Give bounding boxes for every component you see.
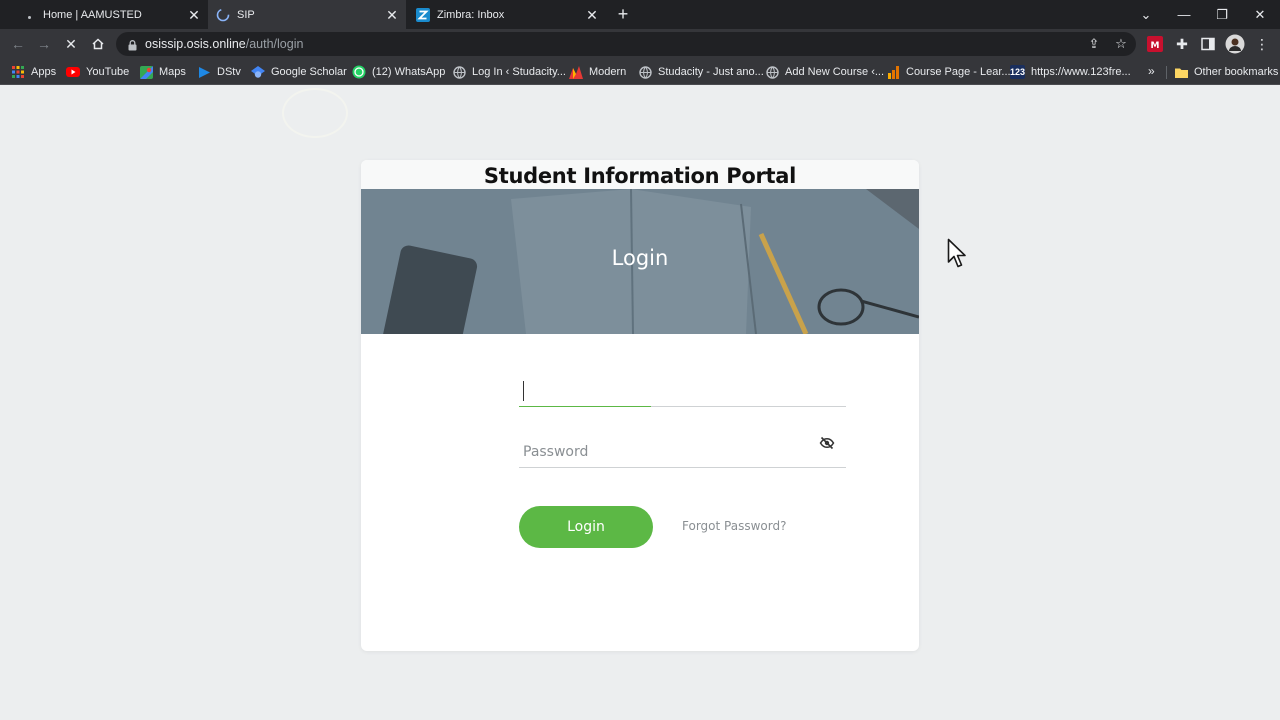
bookmark-course-page[interactable]: Course Page - Lear... bbox=[886, 63, 1011, 81]
login-card: Student Information Portal Login Login F… bbox=[361, 160, 919, 651]
window-close-icon[interactable]: ✕ bbox=[1241, 0, 1279, 29]
tab-search-chevron-icon[interactable]: ⌄ bbox=[1127, 0, 1165, 29]
browser-toolbar: ← → ✕ osissip.osis.online/auth/login ⇪ ☆… bbox=[0, 29, 1280, 59]
url-text: osissip.osis.online/auth/login bbox=[145, 37, 303, 51]
page-body: Student Information Portal Login Login F… bbox=[0, 86, 1280, 720]
tab-zimbra-inbox[interactable]: Zimbra: Inbox ✕ bbox=[408, 0, 606, 29]
bookmarks-overflow-button[interactable]: » bbox=[1148, 64, 1155, 78]
bookmark-whatsapp[interactable]: (12) WhatsApp bbox=[352, 63, 445, 81]
login-button[interactable]: Login bbox=[519, 506, 653, 548]
bookmark-label: Google Scholar bbox=[271, 66, 347, 78]
close-icon[interactable]: ✕ bbox=[584, 7, 600, 23]
url-path: /auth/login bbox=[245, 37, 304, 51]
folder-icon bbox=[1174, 65, 1188, 79]
login-banner: Login bbox=[361, 189, 919, 334]
apps-grid-icon bbox=[11, 65, 25, 79]
banner-title: Login bbox=[611, 246, 669, 270]
globe-icon bbox=[765, 65, 779, 79]
bookmark-dstv[interactable]: DStv bbox=[197, 63, 241, 81]
page-loader-ghost bbox=[282, 88, 348, 138]
text-caret bbox=[523, 381, 524, 401]
close-icon[interactable]: ✕ bbox=[384, 7, 400, 23]
eye-slash-icon[interactable] bbox=[819, 435, 835, 451]
bookmark-apps[interactable]: Apps bbox=[11, 63, 56, 81]
home-icon[interactable] bbox=[88, 34, 108, 54]
address-bar[interactable]: osissip.osis.online/auth/login ⇪ ☆ bbox=[116, 32, 1136, 56]
bookmark-label: YouTube bbox=[86, 66, 130, 78]
bookmark-label: https://www.123fre... bbox=[1031, 66, 1131, 78]
bookmark-label: Modern bbox=[589, 66, 627, 78]
maps-icon bbox=[139, 65, 153, 79]
bookmark-youtube[interactable]: YouTube bbox=[66, 63, 129, 81]
browser-tab-strip: Home | AAMUSTED ✕ SIP ✕ Zimbra: Inbox ✕ … bbox=[0, 0, 1280, 29]
bookmark-label: (12) WhatsApp bbox=[372, 66, 446, 78]
tab-sip[interactable]: SIP ✕ bbox=[208, 0, 406, 29]
tab-home-aamusted[interactable]: Home | AAMUSTED ✕ bbox=[8, 0, 208, 29]
whatsapp-icon bbox=[352, 65, 366, 79]
tab-title: Zimbra: Inbox bbox=[437, 8, 505, 21]
username-input[interactable] bbox=[523, 380, 803, 402]
bookmarks-divider bbox=[1166, 66, 1167, 79]
password-field[interactable] bbox=[519, 435, 846, 468]
forward-arrow-icon[interactable]: → bbox=[34, 34, 54, 54]
bookmark-google-scholar[interactable]: Google Scholar bbox=[251, 63, 347, 81]
new-tab-button[interactable]: + bbox=[612, 3, 634, 25]
close-icon[interactable]: ✕ bbox=[186, 7, 202, 23]
forgot-password-link[interactable]: Forgot Password? bbox=[682, 519, 786, 533]
star-icon[interactable]: ☆ bbox=[1113, 36, 1129, 52]
tab-title: SIP bbox=[237, 8, 255, 21]
mendeley-extension-icon[interactable]: M bbox=[1145, 34, 1165, 54]
username-field[interactable] bbox=[519, 376, 846, 407]
bookmark-label: Apps bbox=[31, 66, 57, 78]
scholar-icon bbox=[251, 65, 265, 79]
bookmark-123fre[interactable]: 123 https://www.123fre... bbox=[1010, 63, 1131, 81]
card-header: Student Information Portal bbox=[361, 160, 919, 189]
bookmark-modern[interactable]: Modern bbox=[569, 63, 626, 81]
bookmark-label: Course Page - Lear... bbox=[906, 66, 1011, 78]
extensions-puzzle-icon[interactable]: ✚ bbox=[1172, 34, 1192, 54]
123-icon: 123 bbox=[1009, 65, 1026, 79]
bookmark-label: Studacity - Just ano... bbox=[658, 66, 764, 78]
modern-icon bbox=[569, 65, 583, 79]
analytics-icon bbox=[886, 65, 900, 79]
globe-icon bbox=[638, 65, 652, 79]
profile-avatar[interactable] bbox=[1225, 34, 1245, 54]
dstv-icon bbox=[197, 65, 211, 79]
side-panel-icon[interactable] bbox=[1198, 34, 1218, 54]
lock-icon bbox=[128, 38, 137, 56]
restore-icon[interactable]: ❐ bbox=[1203, 0, 1241, 29]
bookmark-maps[interactable]: Maps bbox=[139, 63, 186, 81]
bookmarks-bar: Apps YouTube Maps DStv Google Scholar (1… bbox=[0, 59, 1280, 85]
loading-spinner-icon bbox=[216, 8, 230, 22]
url-host: osissip.osis.online bbox=[145, 37, 246, 51]
share-icon[interactable]: ⇪ bbox=[1086, 36, 1102, 52]
bookmark-label: Other bookmarks bbox=[1194, 66, 1279, 78]
minimize-icon[interactable]: — bbox=[1165, 0, 1203, 29]
bookmark-label: Add New Course ‹... bbox=[785, 66, 885, 78]
bookmark-label: Maps bbox=[159, 66, 186, 78]
youtube-icon bbox=[66, 65, 80, 79]
other-bookmarks[interactable]: Other bookmarks bbox=[1174, 63, 1278, 81]
mouse-cursor-icon bbox=[947, 238, 969, 275]
focus-underline bbox=[519, 406, 651, 407]
bookmark-studacity-login[interactable]: Log In ‹ Studacity... bbox=[452, 63, 566, 81]
bookmark-studacity[interactable]: Studacity - Just ano... bbox=[638, 63, 764, 81]
svg-text:M: M bbox=[1151, 41, 1160, 51]
password-input[interactable] bbox=[523, 441, 803, 463]
dot-icon bbox=[22, 8, 36, 22]
zimbra-icon bbox=[416, 7, 430, 22]
menu-kebab-icon[interactable]: ⋮ bbox=[1252, 34, 1272, 54]
tab-title: Home | AAMUSTED bbox=[43, 8, 142, 21]
bookmark-label: Log In ‹ Studacity... bbox=[472, 66, 566, 78]
bookmark-label: DStv bbox=[217, 66, 241, 78]
portal-title: Student Information Portal bbox=[483, 164, 797, 188]
globe-icon bbox=[452, 65, 466, 79]
back-arrow-icon[interactable]: ← bbox=[8, 34, 28, 54]
stop-loading-icon[interactable]: ✕ bbox=[61, 34, 81, 54]
bookmark-add-new-course[interactable]: Add New Course ‹... bbox=[765, 63, 884, 81]
